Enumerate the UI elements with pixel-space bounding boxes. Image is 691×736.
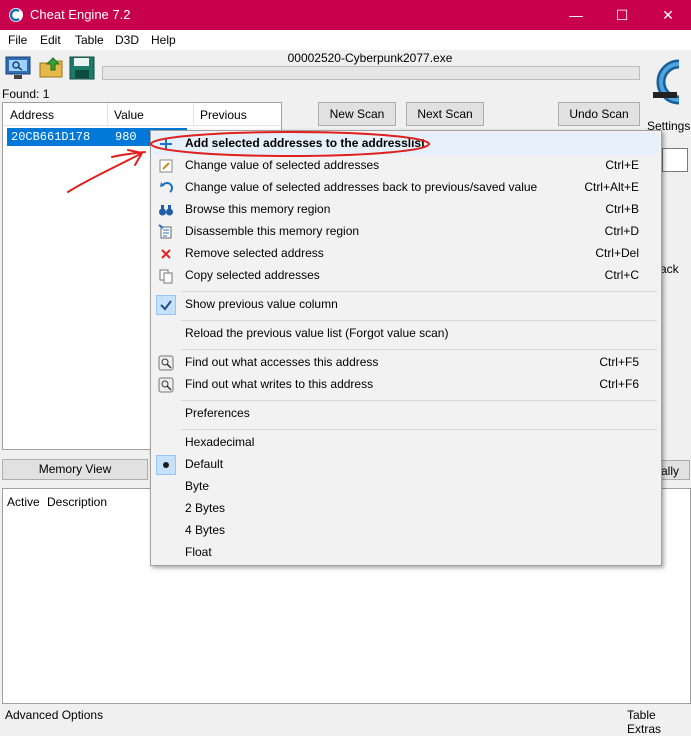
partial-label: ack: [660, 262, 679, 276]
column-address[interactable]: Address: [10, 108, 54, 122]
checkmark-icon: [160, 300, 172, 311]
menu-item-disassemble[interactable]: Disassemble this memory region Ctrl+D: [153, 221, 659, 243]
value-input[interactable]: [662, 148, 688, 172]
menu-item-preferences[interactable]: Preferences: [153, 403, 659, 425]
menu-item-revert-value[interactable]: Change value of selected addresses back …: [153, 177, 659, 199]
menu-item-copy-addresses[interactable]: Copy selected addresses Ctrl+C: [153, 265, 659, 287]
edit-icon: [159, 159, 173, 173]
minimize-button[interactable]: —: [553, 0, 599, 30]
window-title: Cheat Engine 7.2: [30, 7, 131, 22]
undo-arrow-icon: [160, 182, 173, 193]
close-button[interactable]: ✕: [645, 0, 691, 30]
plus-icon: [160, 138, 172, 150]
debug-icon: [158, 377, 174, 393]
menu-item-4-bytes[interactable]: 4 Bytes: [153, 520, 659, 542]
open-file-icon[interactable]: [38, 55, 66, 81]
menu-item-browse-memory[interactable]: Browse this memory region Ctrl+B: [153, 199, 659, 221]
title-bar: Cheat Engine 7.2 — ☐ ✕: [0, 0, 691, 30]
menu-bar: File Edit Table D3D Help: [0, 30, 691, 50]
menu-help[interactable]: Help: [151, 33, 176, 47]
column-previous[interactable]: Previous: [200, 108, 247, 122]
menu-item-remove-address[interactable]: Remove selected address Ctrl+Del: [153, 243, 659, 265]
new-scan-button[interactable]: New Scan: [318, 102, 396, 126]
menu-item-reload-previous[interactable]: Reload the previous value list (Forgot v…: [153, 323, 659, 345]
menu-table[interactable]: Table: [75, 33, 104, 47]
process-name: 00002520-Cyberpunk2077.exe: [287, 51, 453, 65]
menu-item-default[interactable]: Default: [153, 454, 659, 476]
radio-dot-icon: [163, 462, 169, 468]
next-scan-button[interactable]: Next Scan: [406, 102, 484, 126]
advanced-options-button[interactable]: Advanced Options: [5, 708, 103, 722]
scan-progress-bar: [102, 66, 640, 80]
column-active[interactable]: Active: [7, 495, 40, 509]
menu-item-add-to-addresslist[interactable]: Add selected addresses to the addresslis…: [153, 133, 659, 155]
menu-item-2-bytes[interactable]: 2 Bytes: [153, 498, 659, 520]
result-value: 980: [115, 130, 137, 144]
menu-d3d[interactable]: D3D: [115, 33, 139, 47]
disassemble-icon: [158, 224, 172, 239]
menu-item-hexadecimal[interactable]: Hexadecimal: [153, 432, 659, 454]
red-x-icon: [161, 249, 171, 259]
binoculars-icon: [159, 205, 173, 216]
column-value[interactable]: Value: [114, 108, 144, 122]
menu-edit[interactable]: Edit: [40, 33, 61, 47]
menu-item-float[interactable]: Float: [153, 542, 659, 564]
memory-view-button[interactable]: Memory View: [2, 459, 148, 480]
debug-icon: [158, 355, 174, 371]
result-address: 20CB661D178: [11, 130, 91, 144]
menu-item-byte[interactable]: Byte: [153, 476, 659, 498]
menu-item-show-previous-column[interactable]: Show previous value column: [153, 294, 659, 316]
cheat-engine-logo[interactable]: [643, 54, 687, 114]
save-icon[interactable]: [68, 55, 96, 81]
context-menu: Add selected addresses to the addresslis…: [150, 130, 662, 566]
menu-item-change-value[interactable]: Change value of selected addresses Ctrl+…: [153, 155, 659, 177]
copy-icon: [159, 269, 173, 284]
bottom-bar: Advanced Options Table Extras: [0, 705, 691, 736]
open-process-icon[interactable]: [4, 55, 32, 81]
menu-item-find-accesses[interactable]: Find out what accesses this address Ctrl…: [153, 352, 659, 374]
found-count: Found: 1: [2, 87, 50, 101]
table-extras-button[interactable]: Table Extras: [627, 708, 691, 736]
cheat-engine-app-icon: [9, 8, 23, 22]
column-description[interactable]: Description: [47, 495, 107, 509]
results-header: Address Value Previous: [3, 103, 281, 126]
undo-scan-button[interactable]: Undo Scan: [558, 102, 640, 126]
menu-file[interactable]: File: [8, 33, 27, 47]
menu-item-find-writes[interactable]: Find out what writes to this address Ctr…: [153, 374, 659, 396]
maximize-button[interactable]: ☐: [599, 0, 645, 30]
